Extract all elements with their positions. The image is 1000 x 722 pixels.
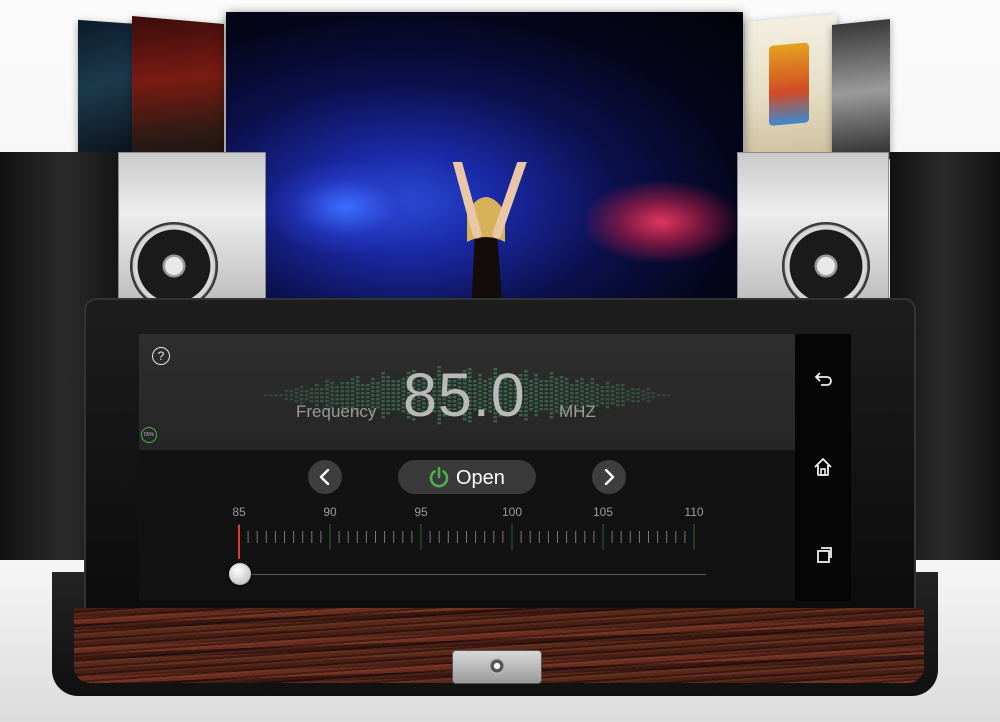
open-label: Open xyxy=(456,467,505,489)
background-poster xyxy=(78,19,140,160)
android-nav-bar xyxy=(795,334,851,601)
singer-silhouette xyxy=(452,162,527,304)
scale-ticks xyxy=(238,524,695,550)
tuning-slider-knob[interactable] xyxy=(229,563,251,585)
scale-label: 105 xyxy=(592,505,614,519)
mount-latch xyxy=(452,650,542,684)
help-icon[interactable]: ? xyxy=(152,347,170,365)
chevron-left-icon xyxy=(319,469,330,485)
concert-photo xyxy=(226,12,743,304)
scale-label: 85 xyxy=(232,505,246,519)
scale-label: 110 xyxy=(684,505,704,519)
back-icon[interactable] xyxy=(812,368,834,390)
product-scene: ? 55% Frequency 85.0 MHZ Open 85 90 95 100 1… xyxy=(0,0,1000,722)
battery-indicator: 55% xyxy=(141,427,157,443)
chevron-right-icon xyxy=(604,469,615,485)
scale-label: 95 xyxy=(414,505,428,519)
frequency-label: Frequency xyxy=(296,402,377,421)
unit-label: MHZ xyxy=(559,402,596,421)
frequency-panel: ? 55% Frequency 85.0 MHZ xyxy=(139,334,795,450)
background-poster xyxy=(832,18,890,166)
scale-label: 90 xyxy=(323,505,337,519)
open-button[interactable]: Open xyxy=(398,460,536,494)
scale-label: 100 xyxy=(501,505,523,519)
radio-screen: ? 55% Frequency 85.0 MHZ Open 85 90 95 100 1… xyxy=(139,334,851,601)
tuning-slider-track[interactable] xyxy=(231,574,706,575)
recent-apps-icon[interactable] xyxy=(812,544,834,566)
power-icon xyxy=(429,466,449,488)
next-station-button[interactable] xyxy=(592,460,626,494)
frequency-value: 85.0 xyxy=(403,361,526,429)
left-woofer xyxy=(130,222,218,310)
home-icon[interactable] xyxy=(812,456,834,478)
right-woofer xyxy=(782,222,870,310)
tuning-needle xyxy=(238,525,240,559)
prev-station-button[interactable] xyxy=(308,460,342,494)
background-poster xyxy=(132,15,224,175)
